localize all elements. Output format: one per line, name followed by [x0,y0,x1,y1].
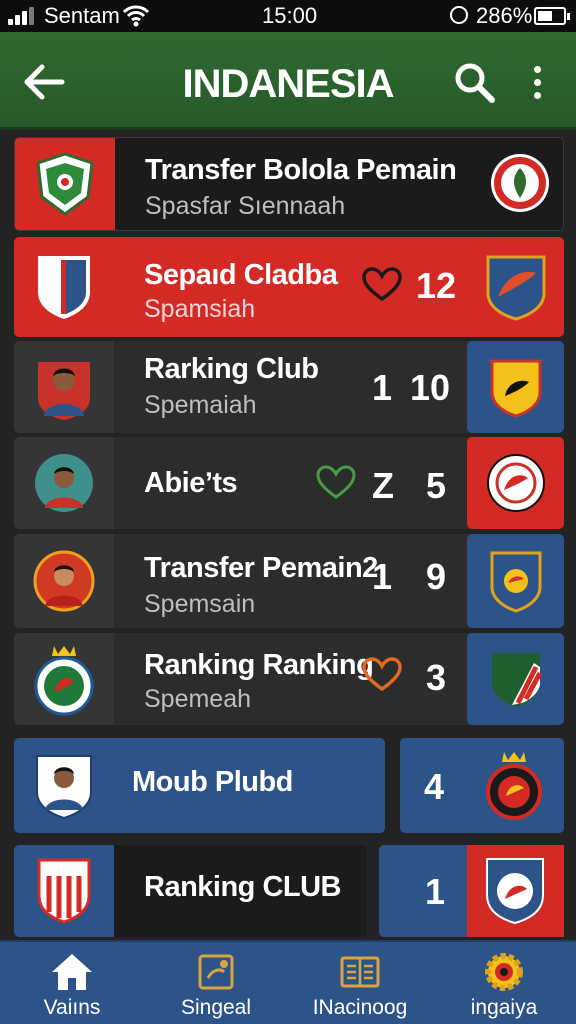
list-item[interactable]: Ranking CLUB [14,845,367,937]
nav-item-news[interactable]: INacinoog [288,942,432,1024]
row-title: Rarking Club [144,353,319,385]
ticket-icon [198,954,234,990]
gear-icon [485,953,523,991]
list-item[interactable]: Transfer Pemain2 Spemsain 1 9 [14,534,564,628]
player-avatar [14,437,114,529]
status-bar: Sentam 15:00 286% [0,0,576,32]
nav-label: INacinoog [312,996,408,1019]
club-crest-icon [14,237,114,337]
search-icon[interactable] [452,60,496,104]
club-logo-icon [467,341,564,433]
row-subtitle: Spemeah [144,685,252,713]
list-item[interactable]: Sepaıd Cladba Spamsiah 12 [14,237,564,337]
list-item[interactable]: Ranking Ranking Spemeah 3 [14,633,564,725]
stat-right: 5 [426,465,447,506]
nav-item-signal[interactable]: Singeal [144,942,288,1024]
club-logo-icon [467,633,564,725]
player-avatar [14,534,114,628]
stat-left: 1 [372,367,393,408]
wifi-icon [122,5,150,27]
more-menu-icon[interactable] [522,60,552,104]
battery-icon [534,7,570,25]
carrier-name: Sentam [44,3,120,28]
player-avatar [14,341,114,433]
sync-icon [450,6,468,24]
stat-left: Z [372,465,394,506]
clock: 15:00 [262,3,318,28]
signal-icon [8,7,38,25]
row-title: Moub Plubd [132,766,293,798]
club-logo-icon [491,154,549,212]
stat-tile[interactable]: 4 [400,738,564,833]
club-logo-icon [467,845,564,937]
stat-left: 1 [372,556,393,597]
app-header: INDANESIA [0,32,576,130]
newspaper-icon [340,956,380,988]
row-subtitle: Spemsain [144,590,256,618]
row-title: Abieʼts [144,467,238,499]
club-logo-icon [467,437,564,529]
stat-right: 3 [426,657,447,698]
club-logo-icon [467,534,564,628]
list-item[interactable]: Abieʼts Z 5 [14,437,564,529]
list-item[interactable]: Transfer Bolola Pemain Spasfar Sıennaah [14,137,564,231]
nav-label: Singeal [180,996,252,1019]
row-title: Ranking Ranking [144,649,374,681]
list-item[interactable]: Moub Plubd [14,738,385,833]
club-logo-icon [486,255,546,321]
stat-right: 10 [410,367,451,408]
battery-percent: 286% [476,3,533,28]
heart-icon[interactable] [362,267,402,303]
club-crest-icon [14,845,114,937]
row-title: Ranking CLUB [144,871,342,903]
row-title: Transfer Bolola Pemain [145,154,457,186]
heart-icon[interactable] [316,465,356,501]
stat-right: 9 [426,556,447,597]
list-item[interactable]: Rarking Club Spemaiah 1 10 [14,341,564,433]
bottom-nav: Vaiıns Singeal INacinoog ingaiya [0,940,576,1024]
stat-tile[interactable]: 1 [379,845,564,937]
stat-value: 4 [424,766,445,807]
nav-label: ingaiya [470,996,538,1019]
stat-value: 1 [425,871,446,912]
row-title: Sepaıd Cladba [144,259,338,291]
heart-icon[interactable] [362,657,402,693]
club-crest-icon [14,633,114,725]
row-subtitle: Spasfar Sıennaah [145,192,346,220]
row-subtitle: Spemaiah [144,391,257,419]
nav-item-settings[interactable]: ingaiya [432,942,576,1024]
nav-item-home[interactable]: Vaiıns [0,942,144,1024]
nav-label: Vaiıns [43,996,101,1019]
club-logo-icon [486,752,542,820]
row-title: Transfer Pemain2 [144,552,378,584]
score-value: 12 [416,265,457,306]
player-avatar [14,738,114,833]
club-crest-icon [15,138,115,230]
row-subtitle: Spamsiah [144,295,256,323]
home-icon [52,954,92,990]
